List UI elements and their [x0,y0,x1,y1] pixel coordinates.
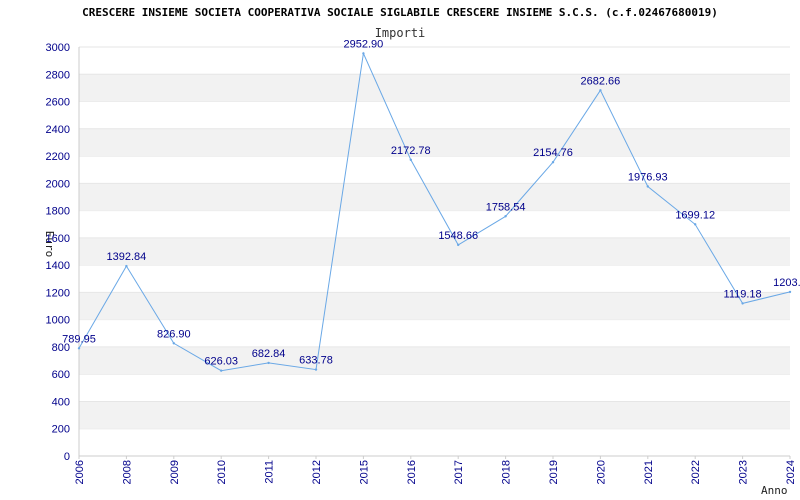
data-point [457,243,460,247]
data-label: 1203.5 [773,277,800,289]
y-tick-label: 0 [64,451,70,463]
x-tick-label: 2008 [121,460,133,484]
y-tick-label: 1800 [46,206,70,218]
data-label: 626.03 [204,356,238,368]
y-tick-label: 400 [52,396,70,408]
x-tick-label: 2023 [738,460,750,484]
grid-band [79,183,790,211]
data-label: 2172.78 [391,145,431,157]
y-tick-label: 2200 [46,151,70,163]
x-tick-label: 2012 [311,460,323,484]
data-point [646,185,649,188]
data-label: 2682.66 [581,75,621,87]
y-tick-label: 3000 [46,42,70,54]
data-label: 826.90 [157,328,191,340]
y-tick-label: 600 [52,369,70,381]
data-point [694,223,697,226]
x-tick-label: 2018 [501,460,513,484]
x-tick-label: 2015 [358,460,370,484]
data-point [741,302,744,305]
line-chart: 0200400600800100012001400160018002000220… [46,38,800,484]
data-point [599,89,602,92]
data-point [314,368,318,371]
grid-band [79,74,790,102]
data-label: 1119.18 [724,288,762,300]
grid-band [79,292,790,320]
y-tick-label: 2600 [46,97,70,109]
y-tick-label: 1200 [46,287,70,299]
y-tick-label: 2400 [46,124,70,136]
data-label: 1758.54 [486,201,526,213]
data-label: 789.95 [62,333,96,345]
x-tick-label: 2010 [216,460,228,484]
x-tick-label: 2009 [169,460,181,484]
x-tick-label: 2024 [785,460,797,484]
x-tick-label: 2016 [406,460,418,484]
x-tick-label: 2021 [643,460,655,484]
grid-band [79,346,790,375]
data-point [220,369,223,372]
x-tick-label: 2022 [690,460,702,484]
grid-band [79,401,790,429]
y-tick-label: 2800 [46,69,70,81]
data-label: 1976.93 [628,171,668,183]
data-point [267,361,270,365]
y-tick-label: 1400 [46,260,70,272]
data-label: 2154.76 [533,147,573,159]
y-tick-label: 200 [52,424,70,436]
grid-band [79,128,790,157]
x-tick-label: 2017 [453,460,465,484]
y-tick-label: 1000 [46,315,70,327]
data-point [362,52,365,55]
x-tick-label: 2019 [548,460,560,484]
grid-band [79,237,790,266]
data-label: 1699.12 [675,209,715,221]
data-label: 2952.90 [344,38,384,50]
data-point [172,342,175,345]
data-point [788,290,792,294]
y-tick-label: 2000 [46,178,70,190]
x-tick-label: 2006 [74,460,86,484]
data-point [504,215,507,218]
data-point [409,158,412,161]
x-tick-label: 2011 [264,460,276,484]
data-point [551,161,555,164]
x-tick-label: 2020 [595,460,607,484]
data-label: 1548.66 [438,230,478,242]
data-label: 633.78 [299,355,333,367]
data-point [77,347,81,350]
data-label: 1392.84 [107,251,147,263]
data-point [125,264,128,268]
y-tick-label: 1600 [46,233,70,245]
data-label: 682.84 [252,348,286,360]
